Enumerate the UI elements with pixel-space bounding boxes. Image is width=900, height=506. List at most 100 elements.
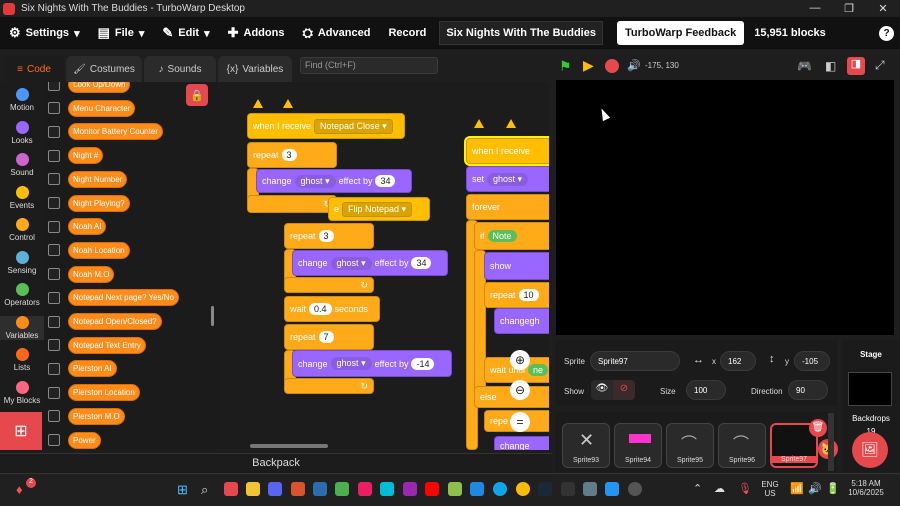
repeat-count-4[interactable]: 10 — [518, 289, 539, 301]
effect-value[interactable]: 34 — [375, 175, 396, 187]
wifi-icon[interactable]: 📶 — [790, 482, 804, 495]
category-my-blocks[interactable]: My Blocks — [0, 380, 44, 405]
category-sensing[interactable]: Sensing — [0, 250, 44, 275]
repeat-block-4[interactable]: repeat 10 — [484, 282, 549, 308]
file-menu[interactable]: ▤ File ▾ — [89, 17, 154, 49]
variable-reporter[interactable]: Night # — [68, 147, 104, 165]
category-events[interactable]: Events — [0, 185, 44, 210]
language-indicator[interactable]: ENG US — [760, 480, 780, 498]
if-block[interactable]: if Note — [474, 222, 549, 250]
when-i-receive-hat-2[interactable]: when I receive — [466, 138, 549, 164]
search-icon[interactable]: ⌕ — [201, 482, 208, 498]
variable-reporter[interactable]: Notepad Open/Closed? — [68, 313, 162, 330]
wait-condition[interactable]: ne — [528, 364, 549, 376]
effect-dropdown[interactable]: ghost ▾ — [294, 174, 336, 188]
broadcast-block[interactable]: e Flip Notepad ▾ — [328, 197, 430, 221]
widgets-icon[interactable]: ♦ — [16, 482, 23, 497]
variable-reporter[interactable]: Night Playing? — [68, 194, 130, 212]
variable-monitor-checkbox[interactable] — [48, 149, 60, 162]
chevron-up-icon[interactable]: ⌃ — [693, 482, 702, 495]
variable-reporter[interactable]: Pierston AI — [68, 360, 117, 378]
category-operators[interactable]: Operators — [0, 283, 44, 307]
repeat-block-3[interactable]: repeat 7 — [284, 324, 374, 350]
sprite-name-input[interactable]: Sprite97 — [590, 351, 680, 371]
tab-code[interactable]: ≡ Code — [4, 56, 64, 82]
tab-costumes[interactable]: 🖌 Costumes — [66, 56, 142, 82]
change-effect-block-4[interactable]: change gh — [494, 308, 549, 334]
variable-reporter[interactable]: Night Number — [68, 170, 128, 188]
close-button[interactable]: ✕ — [866, 2, 900, 15]
change-effect-block-3[interactable]: change ghost ▾ effect by -14 — [292, 350, 452, 377]
settings-menu[interactable]: ⚙ Settings ▾ — [0, 17, 89, 49]
effect-dropdown-2[interactable]: ghost ▾ — [330, 256, 372, 270]
message-dropdown[interactable]: Notepad Close ▾ — [314, 118, 393, 134]
variable-monitor-checkbox[interactable] — [48, 434, 60, 446]
effect-dropdown-4[interactable]: ghost ▾ — [487, 172, 529, 186]
zoom-in-icon[interactable]: ⊕ — [510, 350, 530, 370]
zoom-out-icon[interactable]: ⊖ — [510, 380, 530, 400]
delete-sprite-icon[interactable]: 🗑 — [809, 419, 827, 437]
category-control[interactable]: Control — [0, 218, 44, 242]
variable-reporter[interactable]: Pierston M.O — [68, 407, 125, 425]
app-icon[interactable] — [448, 482, 462, 496]
y-input[interactable]: -105 — [794, 351, 830, 371]
volume-icon[interactable]: 🔊 — [627, 59, 641, 72]
record-button[interactable]: Record — [379, 17, 435, 49]
stop-icon[interactable] — [605, 59, 619, 73]
variable-monitor-checkbox[interactable] — [48, 244, 60, 257]
category-lists[interactable]: Lists — [0, 348, 44, 372]
wait-block[interactable]: wait 0.4 seconds — [284, 296, 380, 322]
variable-monitor-checkbox[interactable] — [48, 386, 60, 399]
lock-icon[interactable]: 🔒 — [186, 84, 208, 106]
size-input[interactable]: 100 — [686, 380, 726, 400]
change-effect-block-2[interactable]: change ghost ▾ effect by 34 — [292, 250, 448, 276]
app-icon[interactable] — [380, 482, 394, 496]
discord-icon[interactable] — [268, 482, 282, 496]
repeat-block[interactable]: repeat 3 — [247, 142, 337, 168]
variable-reporter[interactable]: Noah AI — [68, 218, 107, 236]
effect-value-3[interactable]: -14 — [411, 357, 435, 370]
app-icon[interactable] — [561, 482, 575, 496]
sprite-tile[interactable]: ✕ Sprite93 — [562, 423, 610, 468]
hidden-eye-icon[interactable]: ⊘ — [613, 380, 635, 400]
app-icon[interactable] — [583, 482, 597, 496]
maximize-button[interactable]: ❐ — [832, 2, 866, 15]
battery-icon[interactable]: 🔋 — [826, 482, 840, 495]
start-icon[interactable]: ⊞ — [177, 482, 188, 498]
palette-scrollbar[interactable] — [211, 306, 214, 326]
explorer-icon[interactable] — [246, 482, 260, 496]
tab-variables[interactable]: {x} Variables — [218, 56, 292, 82]
steam-icon[interactable] — [538, 482, 552, 496]
repeat-count-2[interactable]: 3 — [318, 230, 334, 242]
category-motion[interactable]: Motion — [0, 88, 44, 112]
sprite-tile[interactable]: Sprite94 — [614, 423, 662, 468]
edit-menu[interactable]: ✎ Edit ▾ — [153, 17, 218, 49]
stage-target-panel[interactable]: Stage Backdrops 19 🖼 — [842, 340, 900, 472]
minimize-button[interactable]: — — [798, 2, 832, 15]
category-variables[interactable]: Variables — [0, 315, 44, 340]
microphone-icon[interactable]: 🎙 — [738, 482, 752, 495]
variable-monitor-checkbox[interactable] — [48, 173, 60, 186]
broadcast-dropdown[interactable]: Flip Notepad ▾ — [342, 201, 413, 217]
volume-icon[interactable]: 🔊 — [808, 482, 822, 495]
show-block[interactable]: show — [484, 252, 549, 280]
direction-input[interactable]: 90 — [788, 380, 828, 400]
add-extension-button[interactable]: ⊞ — [0, 412, 42, 450]
variable-monitor-checkbox[interactable] — [48, 410, 60, 423]
zoom-reset-icon[interactable]: = — [510, 412, 530, 432]
variable-monitor-checkbox[interactable] — [48, 291, 60, 304]
x-input[interactable]: 162 — [720, 351, 756, 371]
find-input[interactable]: Find (Ctrl+F) — [300, 57, 438, 74]
advanced-menu[interactable]: ⛭ Advanced — [293, 17, 379, 49]
app-icon[interactable] — [313, 482, 327, 496]
repeat-count-3[interactable]: 7 — [318, 331, 334, 343]
variable-reporter[interactable]: Noah Location — [68, 241, 130, 259]
wait-seconds[interactable]: 0.4 — [309, 303, 332, 315]
variable-reporter[interactable]: Pierston Location — [68, 384, 140, 402]
variable-reporter[interactable]: Noah M.O — [68, 265, 115, 283]
green-flag-icon[interactable]: ⚑ — [559, 58, 572, 75]
if-condition[interactable]: Note — [487, 230, 517, 242]
code-workspace[interactable]: when I receive Notepad Close ▾ repeat 3 ch… — [218, 82, 549, 450]
variable-reporter[interactable]: Monitor Battery Counter — [68, 123, 163, 141]
project-title-input[interactable]: Six Nights With The Buddies — [439, 21, 603, 45]
